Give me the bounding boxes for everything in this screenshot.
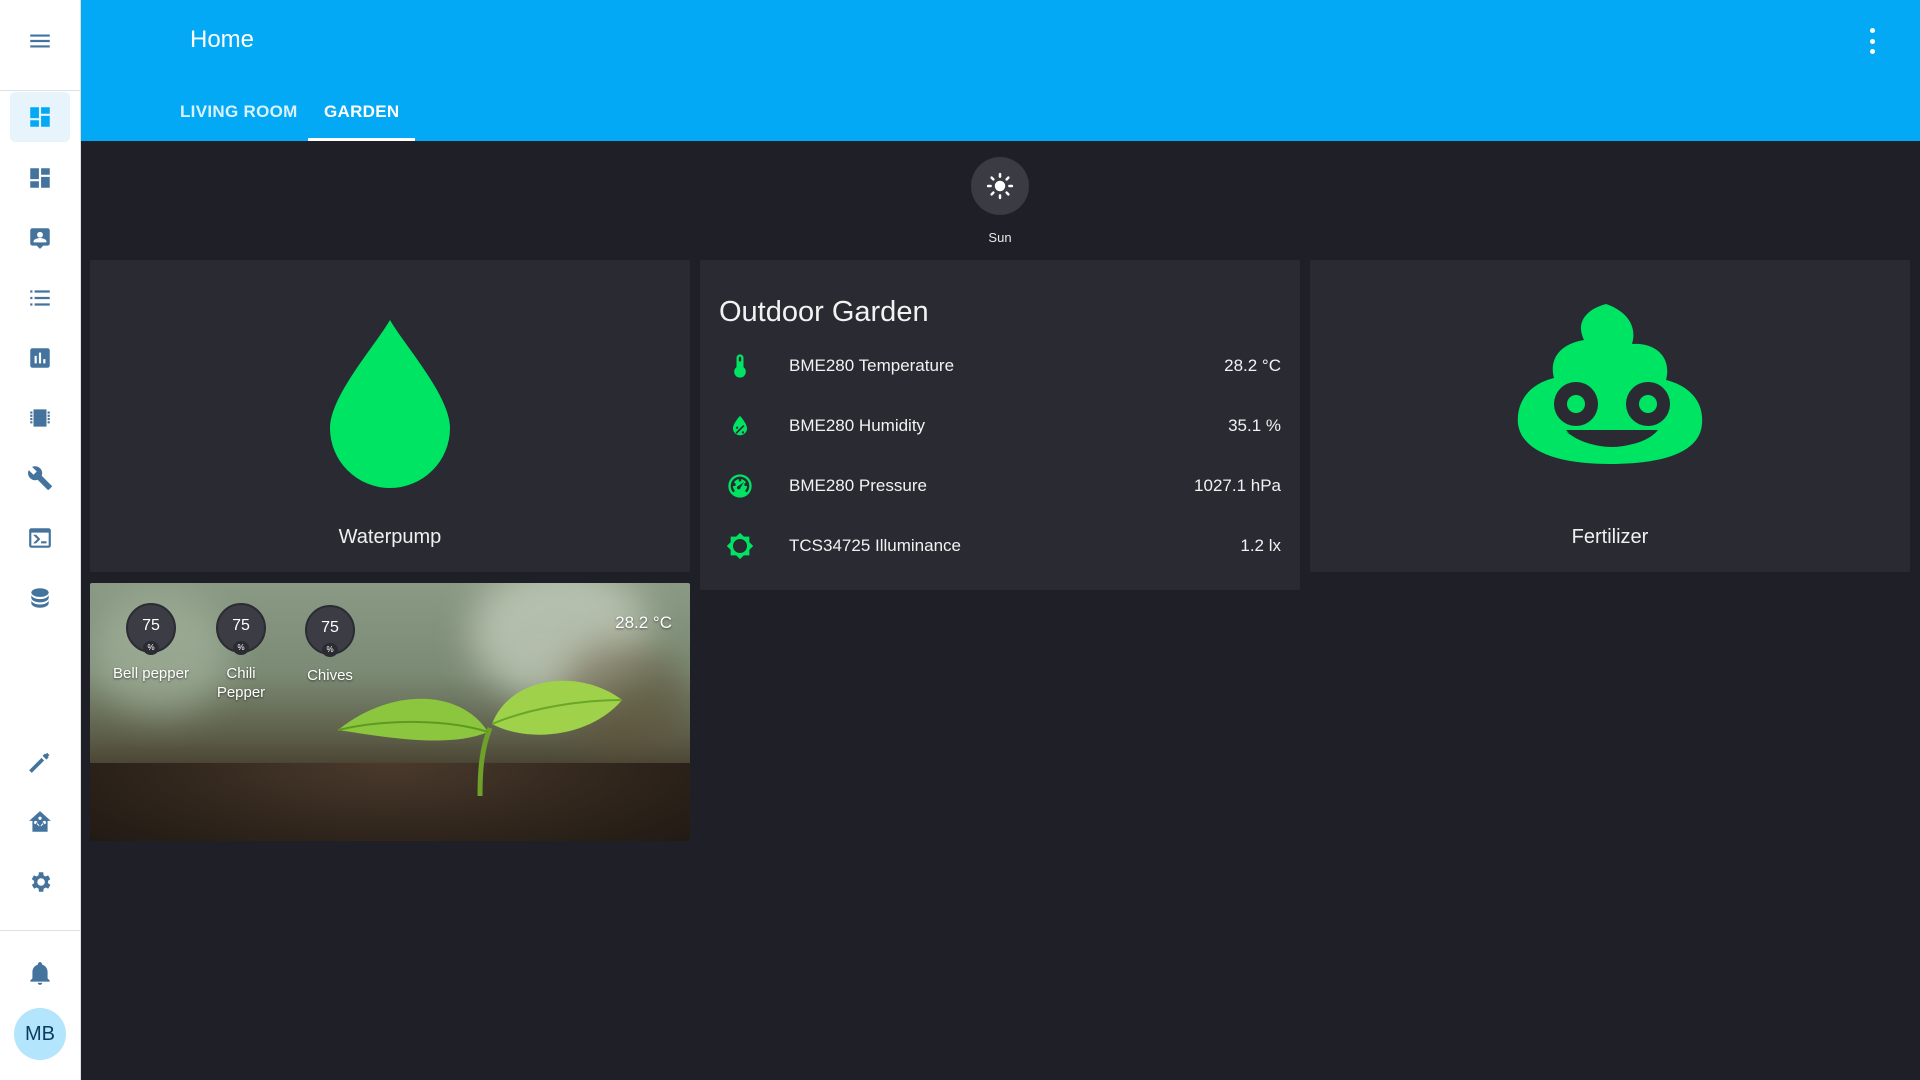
app-header: Home LIVING ROOM GARDEN bbox=[81, 0, 1920, 141]
console-icon bbox=[29, 528, 51, 548]
entity-name: TCS34725 Illuminance bbox=[789, 536, 961, 555]
home-assistant-icon bbox=[29, 811, 51, 832]
gauge-unit: % bbox=[322, 643, 338, 657]
sidebar-item-history[interactable] bbox=[10, 333, 70, 383]
hammer-icon bbox=[29, 752, 50, 773]
sidebar-item-overview[interactable] bbox=[10, 92, 70, 142]
sun-badge-label: Sun bbox=[988, 230, 1012, 245]
gauge-unit: % bbox=[233, 641, 249, 655]
tab-living-room[interactable]: LIVING ROOM bbox=[164, 96, 314, 141]
account-box-icon bbox=[30, 228, 50, 249]
more-options-icon[interactable] bbox=[1866, 28, 1878, 54]
gauge-icon bbox=[728, 474, 752, 498]
gauge-unit: % bbox=[143, 641, 159, 655]
thermometer-icon bbox=[734, 354, 746, 378]
entity-name: BME280 Temperature bbox=[789, 356, 955, 375]
gauge-chili-pepper[interactable]: 75 % bbox=[216, 603, 266, 655]
gauge-value: 75 bbox=[142, 617, 160, 634]
bell-icon bbox=[30, 962, 50, 985]
garden-picture-card: 75 % Bell pepper 75 % Chili Pepper 75 % C… bbox=[90, 583, 690, 841]
gear-icon bbox=[31, 872, 51, 892]
waterpump-card[interactable]: Waterpump bbox=[90, 260, 690, 572]
sun-badge[interactable] bbox=[971, 157, 1029, 215]
water-drop-icon bbox=[330, 320, 450, 488]
entity-row-pressure[interactable]: BME280 Pressure 1027.1 hPa bbox=[700, 466, 1300, 506]
sidebar-item-esphome[interactable] bbox=[10, 393, 70, 443]
entity-value: 35.1 % bbox=[1228, 416, 1281, 435]
sidebar-item-supervisor[interactable] bbox=[10, 797, 70, 847]
entity-row-humidity[interactable]: BME280 Humidity 35.1 % bbox=[700, 406, 1300, 446]
database-icon bbox=[31, 588, 49, 608]
entity-row-temperature[interactable]: BME280 Temperature 28.2 °C bbox=[700, 346, 1300, 386]
gauge-label: Chives bbox=[307, 667, 353, 684]
gauge-label: Chili Pepper bbox=[216, 665, 266, 701]
sidebar-item-developer-tools[interactable] bbox=[10, 737, 70, 787]
poo-icon bbox=[1517, 304, 1703, 464]
wrench-icon bbox=[28, 466, 52, 490]
entity-name: BME280 Pressure bbox=[789, 476, 927, 495]
menu-button[interactable] bbox=[10, 16, 70, 66]
tab-garden[interactable]: GARDEN bbox=[308, 96, 416, 141]
sun-icon bbox=[986, 172, 1014, 200]
dashboard-icon bbox=[30, 107, 50, 127]
entity-value: 28.2 °C bbox=[1224, 356, 1281, 375]
brightness-icon bbox=[726, 532, 754, 560]
avatar[interactable]: MB bbox=[14, 1008, 66, 1060]
sidebar-item-logbook[interactable] bbox=[10, 273, 70, 323]
sidebar: MB bbox=[0, 0, 81, 1080]
gauge-chives[interactable]: 75 % bbox=[305, 605, 355, 657]
sidebar-item-database[interactable] bbox=[10, 573, 70, 623]
sidebar-item-people[interactable] bbox=[10, 213, 70, 263]
sidebar-item-tools[interactable] bbox=[10, 453, 70, 503]
entity-name: BME280 Humidity bbox=[789, 416, 926, 435]
gauge-value: 75 bbox=[232, 617, 250, 634]
dashboard-icon bbox=[30, 168, 50, 188]
gauge-label: Bell pepper bbox=[113, 665, 189, 682]
page-title: Home bbox=[190, 26, 255, 53]
water-percent-icon bbox=[733, 415, 747, 436]
list-icon bbox=[30, 290, 50, 306]
chart-bar-icon bbox=[30, 348, 50, 368]
gauge-bell-pepper[interactable]: 75 % bbox=[126, 603, 176, 655]
outdoor-garden-card: Outdoor Garden BME280 Temperature 28.2 °… bbox=[700, 260, 1300, 590]
chip-icon bbox=[30, 409, 50, 427]
sidebar-item-terminal[interactable] bbox=[10, 513, 70, 563]
waterpump-label: Waterpump bbox=[338, 526, 442, 548]
menu-icon bbox=[30, 34, 50, 48]
card-title: Outdoor Garden bbox=[719, 296, 929, 328]
sidebar-item-settings[interactable] bbox=[10, 857, 70, 907]
entity-value: 1027.1 hPa bbox=[1194, 476, 1281, 495]
entity-value: 1.2 lx bbox=[1240, 536, 1281, 555]
sidebar-item-dashboard[interactable] bbox=[10, 153, 70, 203]
fertilizer-card[interactable]: Fertilizer bbox=[1310, 260, 1910, 572]
entity-row-illuminance[interactable]: TCS34725 Illuminance 1.2 lx bbox=[700, 526, 1300, 566]
gauge-value: 75 bbox=[321, 619, 339, 636]
temperature-label[interactable]: 28.2 °C bbox=[615, 613, 672, 633]
fertilizer-label: Fertilizer bbox=[1571, 526, 1649, 548]
notifications-button[interactable] bbox=[10, 948, 70, 998]
